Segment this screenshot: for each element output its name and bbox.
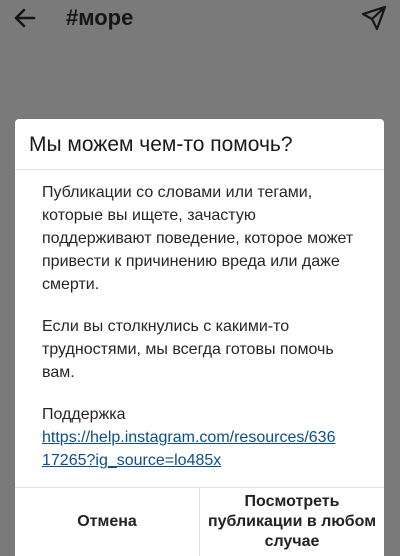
help-dialog: Мы можем чем-то помочь? Публикации со сл… bbox=[15, 119, 384, 556]
back-button[interactable] bbox=[10, 3, 40, 33]
dialog-paragraph: Если вы столкнулись с какими-то трудност… bbox=[42, 318, 334, 381]
arrow-left-icon bbox=[14, 8, 36, 28]
dialog-title: Мы можем чем-то помочь? bbox=[29, 133, 293, 156]
send-icon bbox=[361, 5, 387, 31]
divider bbox=[15, 169, 384, 170]
view-anyway-button[interactable]: Посмотреть публикации в любом случае bbox=[200, 488, 384, 556]
dialog-body: Публикации со словами или тегами, которы… bbox=[42, 181, 362, 472]
dialog-paragraph: Публикации со словами или тегами, которы… bbox=[42, 184, 354, 293]
top-bar: #море bbox=[0, 0, 400, 40]
page-title: #море bbox=[66, 5, 134, 30]
cancel-button[interactable]: Отмена bbox=[15, 488, 199, 556]
send-button[interactable] bbox=[358, 2, 390, 34]
support-label: Поддержка bbox=[42, 406, 126, 423]
support-link[interactable]: https://help.instagram.com/resources/636… bbox=[42, 426, 342, 472]
